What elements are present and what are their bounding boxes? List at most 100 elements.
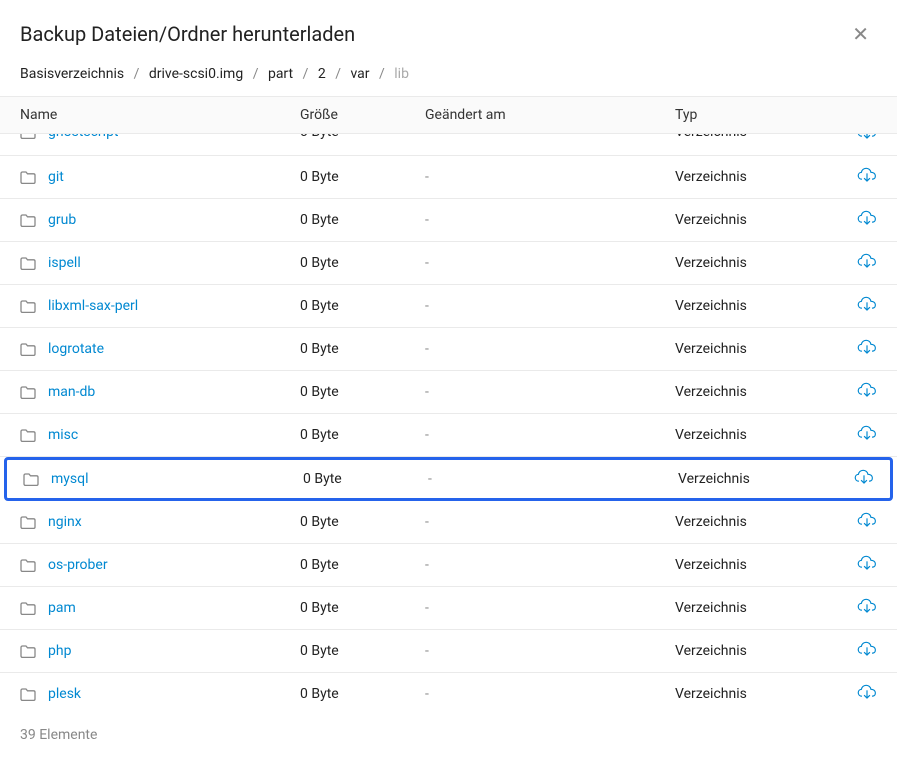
cell-size: 0 Byte [300,557,425,573]
cell-size: 0 Byte [300,600,425,616]
cell-name: git [20,169,300,185]
cloud-download-icon[interactable] [854,469,874,485]
folder-name-link[interactable]: os-prober [48,557,108,573]
cell-size: 0 Byte [300,341,425,357]
download-button[interactable] [837,512,877,532]
table-row[interactable]: libxml-sax-perl0 Byte-Verzeichnis [0,285,897,328]
cloud-download-icon[interactable] [857,296,877,312]
cell-size: 0 Byte [300,427,425,443]
col-header-size[interactable]: Größe [300,107,425,123]
table-row[interactable]: plesk0 Byte-Verzeichnis [0,673,897,704]
cell-type: Verzeichnis [675,686,837,702]
cell-modified: - [428,471,678,487]
cell-name: nginx [20,514,300,530]
col-header-modified[interactable]: Geändert am [425,107,675,123]
cloud-download-icon[interactable] [857,339,877,355]
cell-name: ispell [20,255,300,271]
cloud-download-icon[interactable] [857,382,877,398]
cloud-download-icon[interactable] [857,641,877,657]
breadcrumb-sep: / [134,66,140,82]
folder-icon [20,343,36,356]
folder-name-link[interactable]: plesk [48,686,81,702]
download-button[interactable] [837,555,877,575]
breadcrumb-item[interactable]: drive-scsi0.img [149,66,243,82]
col-header-name[interactable]: Name [20,107,300,123]
cell-size: 0 Byte [303,471,428,487]
folder-icon [20,134,36,139]
cloud-download-icon[interactable] [857,425,877,441]
table-row[interactable]: os-prober0 Byte-Verzeichnis [0,544,897,587]
download-button[interactable] [837,134,877,144]
table-row[interactable]: man-db0 Byte-Verzeichnis [0,371,897,414]
breadcrumb-item[interactable]: 2 [318,66,326,82]
breadcrumb-item[interactable]: Basisverzeichnis [20,66,124,82]
folder-name-link[interactable]: nginx [48,514,82,530]
cell-type: Verzeichnis [675,134,837,140]
folder-name-link[interactable]: pam [48,600,76,616]
cell-size: 0 Byte [300,298,425,314]
breadcrumb-item[interactable]: var [350,66,369,82]
cloud-download-icon[interactable] [857,684,877,700]
col-header-type[interactable]: Typ [675,107,837,123]
cell-modified: - [425,169,675,185]
cloud-download-icon[interactable] [857,555,877,571]
table-row[interactable]: misc0 Byte-Verzeichnis [0,414,897,457]
table-row[interactable]: logrotate0 Byte-Verzeichnis [0,328,897,371]
folder-name-link[interactable]: libxml-sax-perl [48,298,138,314]
cell-type: Verzeichnis [675,169,837,185]
cell-name: logrotate [20,341,300,357]
cloud-download-icon[interactable] [857,598,877,614]
download-button[interactable] [834,469,874,489]
cloud-download-icon[interactable] [857,512,877,528]
cell-size: 0 Byte [300,212,425,228]
folder-name-link[interactable]: misc [48,427,78,443]
download-button[interactable] [837,641,877,661]
cell-size: 0 Byte [300,255,425,271]
folder-name-link[interactable]: php [48,643,71,659]
download-button[interactable] [837,598,877,618]
table-row[interactable]: ghostscript0 Byte-Verzeichnis [0,134,897,156]
table-row[interactable]: nginx0 Byte-Verzeichnis [0,501,897,544]
folder-name-link[interactable]: logrotate [48,341,104,357]
cloud-download-icon[interactable] [857,134,877,140]
download-button[interactable] [837,253,877,273]
folder-name-link[interactable]: mysql [51,471,89,487]
download-button[interactable] [837,210,877,230]
folder-name-link[interactable]: ghostscript [48,134,119,140]
folder-name-link[interactable]: ispell [48,255,81,271]
table-body[interactable]: ghostscript0 Byte-Verzeichnisgit0 Byte-V… [0,134,897,704]
folder-name-link[interactable]: grub [48,212,76,228]
table-row[interactable]: ispell0 Byte-Verzeichnis [0,242,897,285]
cell-modified: - [425,600,675,616]
table-row[interactable]: git0 Byte-Verzeichnis [0,156,897,199]
folder-name-link[interactable]: man-db [48,384,95,400]
cell-name: php [20,643,300,659]
cell-size: 0 Byte [300,384,425,400]
table-row[interactable]: php0 Byte-Verzeichnis [0,630,897,673]
download-button[interactable] [837,339,877,359]
table-row[interactable]: pam0 Byte-Verzeichnis [0,587,897,630]
cell-modified: - [425,341,675,357]
cell-size: 0 Byte [300,643,425,659]
table-row[interactable]: mysql0 Byte-Verzeichnis [4,457,893,501]
download-button[interactable] [837,684,877,704]
cell-name: os-prober [20,557,300,573]
cell-type: Verzeichnis [675,212,837,228]
download-button[interactable] [837,425,877,445]
folder-name-link[interactable]: git [48,169,64,185]
breadcrumb-sep: / [303,66,309,82]
download-button[interactable] [837,382,877,402]
download-button[interactable] [837,296,877,316]
cloud-download-icon[interactable] [857,210,877,226]
cloud-download-icon[interactable] [857,253,877,269]
download-button[interactable] [837,167,877,187]
breadcrumb-item[interactable]: part [268,66,293,82]
breadcrumb-sep: / [253,66,259,82]
close-icon[interactable]: ✕ [846,20,875,48]
cell-name: grub [20,212,300,228]
dialog-header: Backup Dateien/Ordner herunterladen ✕ [0,0,897,66]
folder-icon [20,257,36,270]
cloud-download-icon[interactable] [857,167,877,183]
table-row[interactable]: grub0 Byte-Verzeichnis [0,199,897,242]
footer: 39 Elemente [0,708,897,765]
